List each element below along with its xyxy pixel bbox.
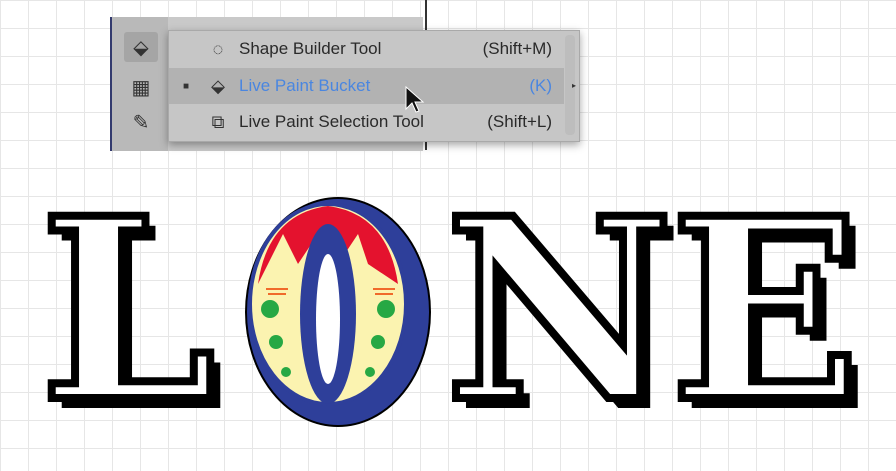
tearoff-arrow-icon[interactable]: ▸ [572,81,576,90]
artwork: L N E [0,163,896,457]
live-paint-selection-icon: ⧉ [211,111,225,132]
mesh-tool-icon[interactable]: ▦ [124,72,158,102]
menu-item-live-paint-bucket[interactable]: ■ ⬙ Live Paint Bucket (K) [169,68,564,104]
eyedropper-tool-icon[interactable]: ✎ [124,107,158,137]
mouse-cursor-icon [405,85,425,113]
tool-flyout-menu: ◌ Shape Builder Tool (Shift+M) ■ ⬙ Live … [168,30,580,142]
menu-item-live-paint-selection[interactable]: ⧉ Live Paint Selection Tool (Shift+L) [169,104,564,140]
menu-item-shape-builder[interactable]: ◌ Shape Builder Tool (Shift+M) [169,31,564,67]
live-paint-bucket-tool-icon[interactable]: ⬙ [124,32,158,62]
tools-panel: ⬙ ▦ ✎ [110,17,170,151]
letter-e: E [666,163,865,457]
live-paint-bucket-icon: ⬙ [211,75,225,96]
shape-builder-icon: ◌ [212,38,224,59]
letter-o-live-painted [245,197,431,427]
letter-n: N [441,163,677,457]
letter-l: L [36,163,220,457]
selected-indicator-icon: ■ [182,80,190,92]
